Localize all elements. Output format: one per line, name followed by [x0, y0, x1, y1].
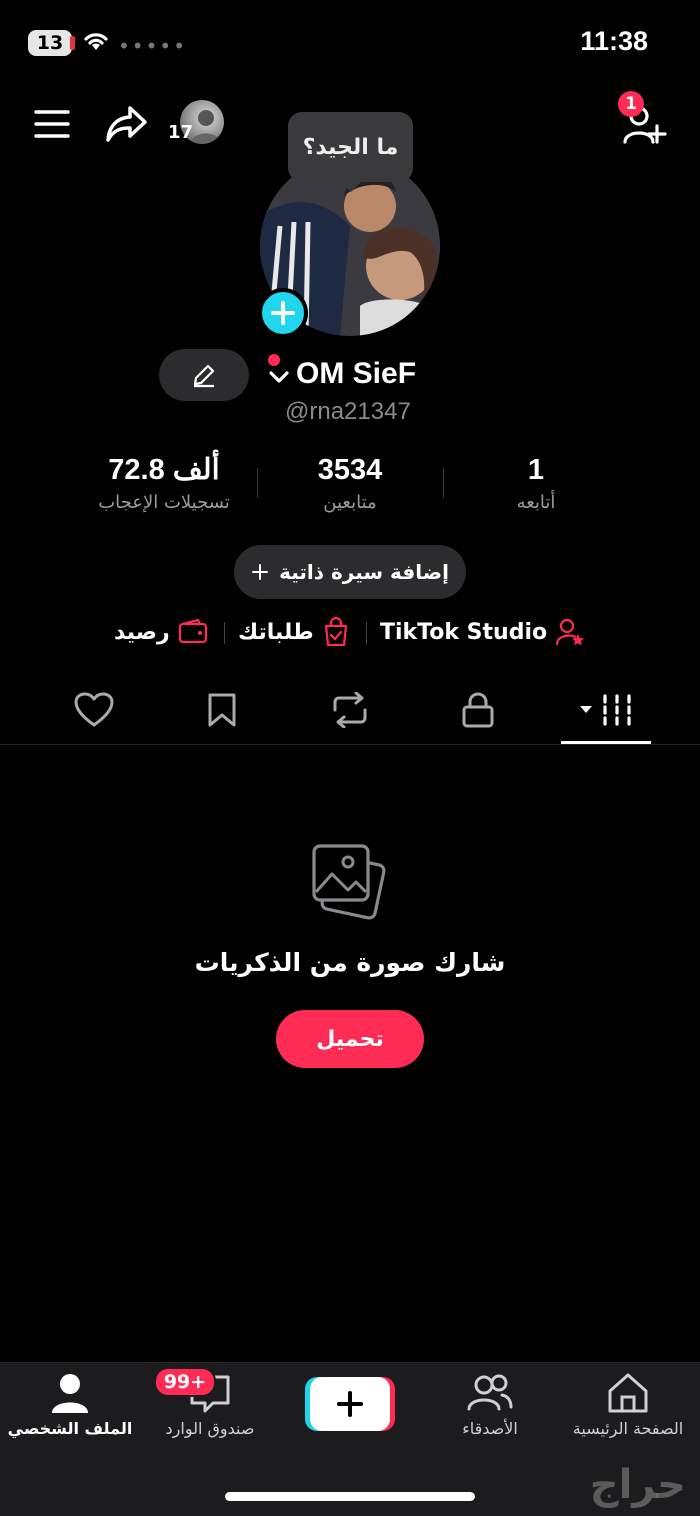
tab-private[interactable]	[448, 686, 508, 734]
creator-star-icon	[556, 618, 585, 646]
home-icon	[608, 1373, 648, 1413]
wifi-icon	[82, 30, 110, 56]
likes-count: 72.8 ألف	[108, 454, 220, 486]
signal-dots-icon: •••••	[118, 34, 187, 58]
nav-friends[interactable]: الأصدقاء	[420, 1371, 560, 1438]
tab-videos[interactable]	[574, 686, 640, 734]
lock-icon	[462, 692, 494, 728]
create-button[interactable]	[305, 1377, 395, 1431]
link-divider	[224, 622, 225, 644]
link-divider	[366, 622, 367, 644]
battery-level: 13	[36, 32, 64, 54]
add-bio-button[interactable]: إضافة سيرة ذاتية	[234, 545, 466, 599]
story-count: 17	[168, 122, 194, 143]
display-name: OM SieF	[296, 357, 417, 390]
followers-label: متابعين	[323, 492, 377, 513]
orders-label: طلباتك	[238, 619, 314, 645]
add-story-button[interactable]	[258, 288, 308, 338]
empty-state-title: شارك صورة من الذكريات	[194, 948, 506, 977]
tab-saved[interactable]	[192, 686, 252, 734]
following-count: 1	[527, 454, 545, 486]
friends-icon	[467, 1374, 513, 1411]
tiktok-studio-label: TikTok Studio	[380, 619, 548, 645]
tiktok-studio-link[interactable]: TikTok Studio	[380, 612, 585, 652]
nav-profile[interactable]: الملف الشخصي	[0, 1371, 140, 1438]
share-icon[interactable]	[102, 100, 150, 148]
stat-following[interactable]: 1 أتابعه	[436, 450, 636, 513]
menu-icon[interactable]	[28, 100, 76, 148]
orders-link[interactable]: طلباتك	[238, 612, 350, 652]
home-indicator[interactable]	[225, 1492, 475, 1501]
chevron-down-icon	[269, 371, 289, 383]
nav-inbox-label: صندوق الوارد	[165, 1419, 255, 1438]
plus-icon	[252, 564, 269, 580]
watermark: حراج	[589, 1462, 686, 1508]
inbox-badge: 99+	[154, 1367, 216, 1397]
upload-label: تحميل	[316, 1026, 384, 1052]
battery-tip	[70, 36, 75, 50]
repost-icon	[333, 692, 367, 728]
nav-profile-label: الملف الشخصي	[7, 1419, 133, 1438]
wallet-icon	[178, 619, 207, 644]
likes-label: تسجيلات الإعجاب	[98, 492, 230, 513]
username: @rna21347	[285, 398, 411, 425]
heart-icon	[74, 692, 114, 727]
balance-label: رصيد	[114, 619, 170, 645]
upload-button[interactable]: تحميل	[276, 1010, 424, 1068]
plus-icon	[337, 1391, 363, 1417]
status-time: 11:38	[580, 26, 648, 56]
status-tooltip[interactable]: ما الجيد؟	[288, 112, 413, 192]
tab-reposts[interactable]	[320, 686, 380, 734]
stat-followers[interactable]: 3534 متابعين	[250, 450, 450, 513]
bookmark-icon	[208, 693, 236, 727]
shopping-bag-icon	[324, 617, 347, 647]
stat-likes: 72.8 ألف تسجيلات الإعجاب	[64, 450, 264, 513]
tabs-divider	[0, 744, 700, 745]
grid-dropdown-icon	[580, 694, 631, 726]
nav-friends-label: الأصدقاء	[462, 1419, 518, 1438]
edit-profile-button[interactable]	[159, 349, 249, 401]
create-button-face	[310, 1377, 390, 1431]
balance-link[interactable]: رصيد	[114, 612, 208, 652]
follow-requests-badge: 1	[618, 91, 644, 117]
tooltip-text: ما الجيد؟	[302, 134, 399, 160]
tab-liked[interactable]	[64, 686, 124, 734]
pencil-icon	[193, 364, 215, 388]
profile-icon	[52, 1374, 88, 1413]
add-bio-label: إضافة سيرة ذاتية	[279, 560, 449, 584]
notification-dot	[268, 354, 280, 366]
battery-indicator: 13	[28, 30, 75, 56]
creator-links: TikTok Studio طلباتك رصيد	[0, 612, 700, 652]
account-switcher[interactable]: OM SieF	[268, 352, 416, 396]
photos-icon	[310, 842, 392, 928]
nav-home[interactable]: الصفحة الرئيسية	[558, 1371, 698, 1438]
following-label: أتابعه	[516, 492, 556, 513]
nav-home-label: الصفحة الرئيسية	[572, 1419, 684, 1438]
followers-count: 3534	[317, 454, 383, 486]
